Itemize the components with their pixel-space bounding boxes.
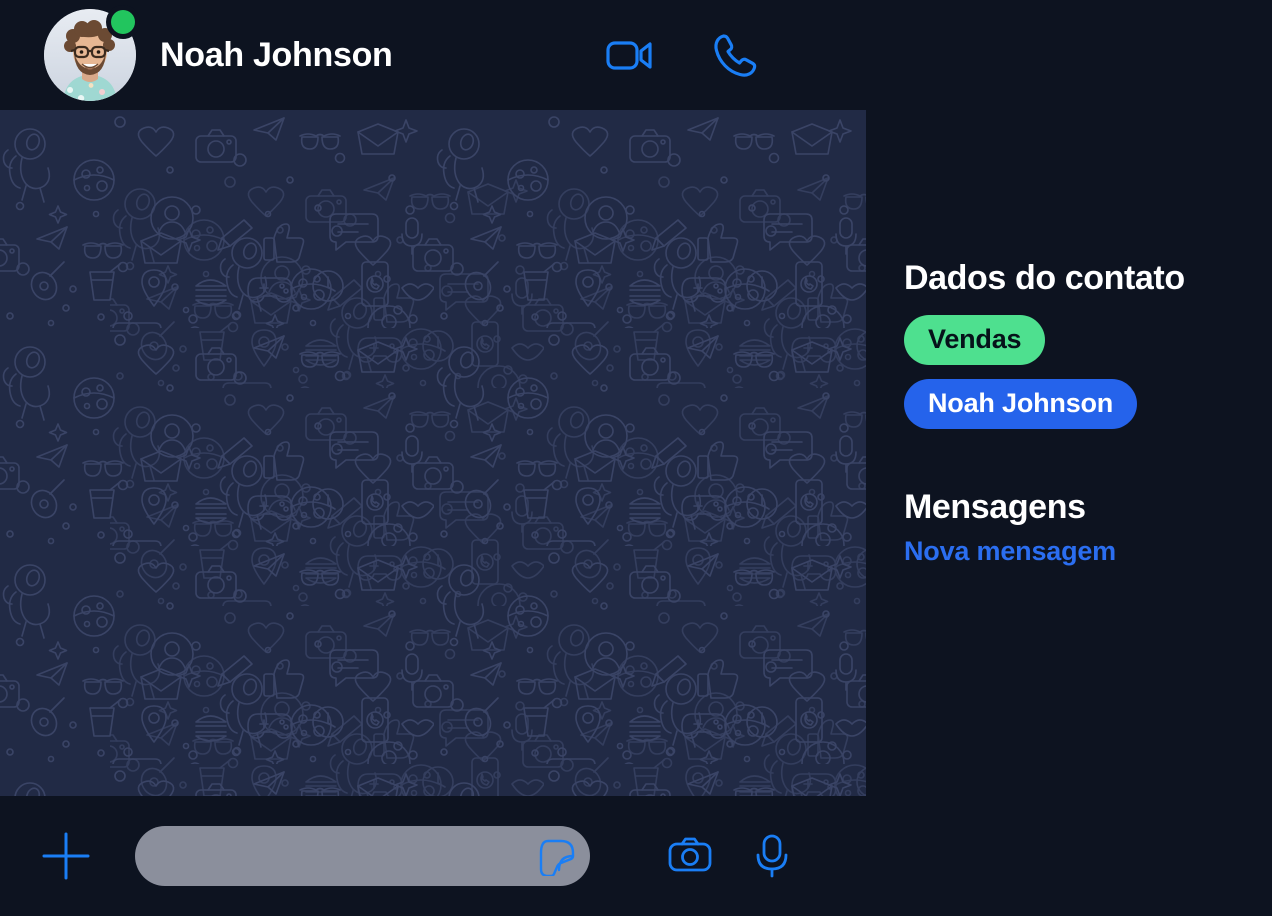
microphone-icon[interactable] xyxy=(750,833,794,879)
composer-actions xyxy=(668,833,794,879)
contact-name: Noah Johnson xyxy=(160,35,393,74)
contact-tag-vendas[interactable]: Vendas xyxy=(904,315,1046,366)
chat-header: Noah Johnson xyxy=(0,0,1272,110)
message-list-area xyxy=(0,110,866,796)
online-status-dot xyxy=(111,10,135,34)
sticker-icon[interactable] xyxy=(538,838,576,878)
phone-icon[interactable] xyxy=(709,29,761,81)
video-camera-icon[interactable] xyxy=(603,29,655,81)
contact-details-panel: Dados do contato Vendas Noah Johnson Men… xyxy=(866,110,1272,916)
message-input-field[interactable] xyxy=(135,826,590,888)
avatar[interactable] xyxy=(44,5,140,101)
message-input[interactable] xyxy=(157,826,531,888)
contact-tag-row-1: Noah Johnson xyxy=(904,379,1272,429)
plus-icon[interactable] xyxy=(38,828,94,884)
contact-tag-row-0: Vendas xyxy=(904,315,1272,366)
message-composer xyxy=(0,796,866,916)
messages-section-title: Mensagens xyxy=(904,487,1086,526)
contact-tag-name[interactable]: Noah Johnson xyxy=(904,379,1138,429)
camera-icon[interactable] xyxy=(668,833,712,879)
whatsapp-chat-window: Noah Johnson Dados do contato Vendas Noa… xyxy=(0,0,1272,916)
chat-wallpaper-doodles xyxy=(0,110,866,796)
header-actions xyxy=(603,29,761,81)
new-message-link[interactable]: Nova mensagem xyxy=(904,536,1116,567)
contact-details-title: Dados do contato xyxy=(904,259,1185,297)
